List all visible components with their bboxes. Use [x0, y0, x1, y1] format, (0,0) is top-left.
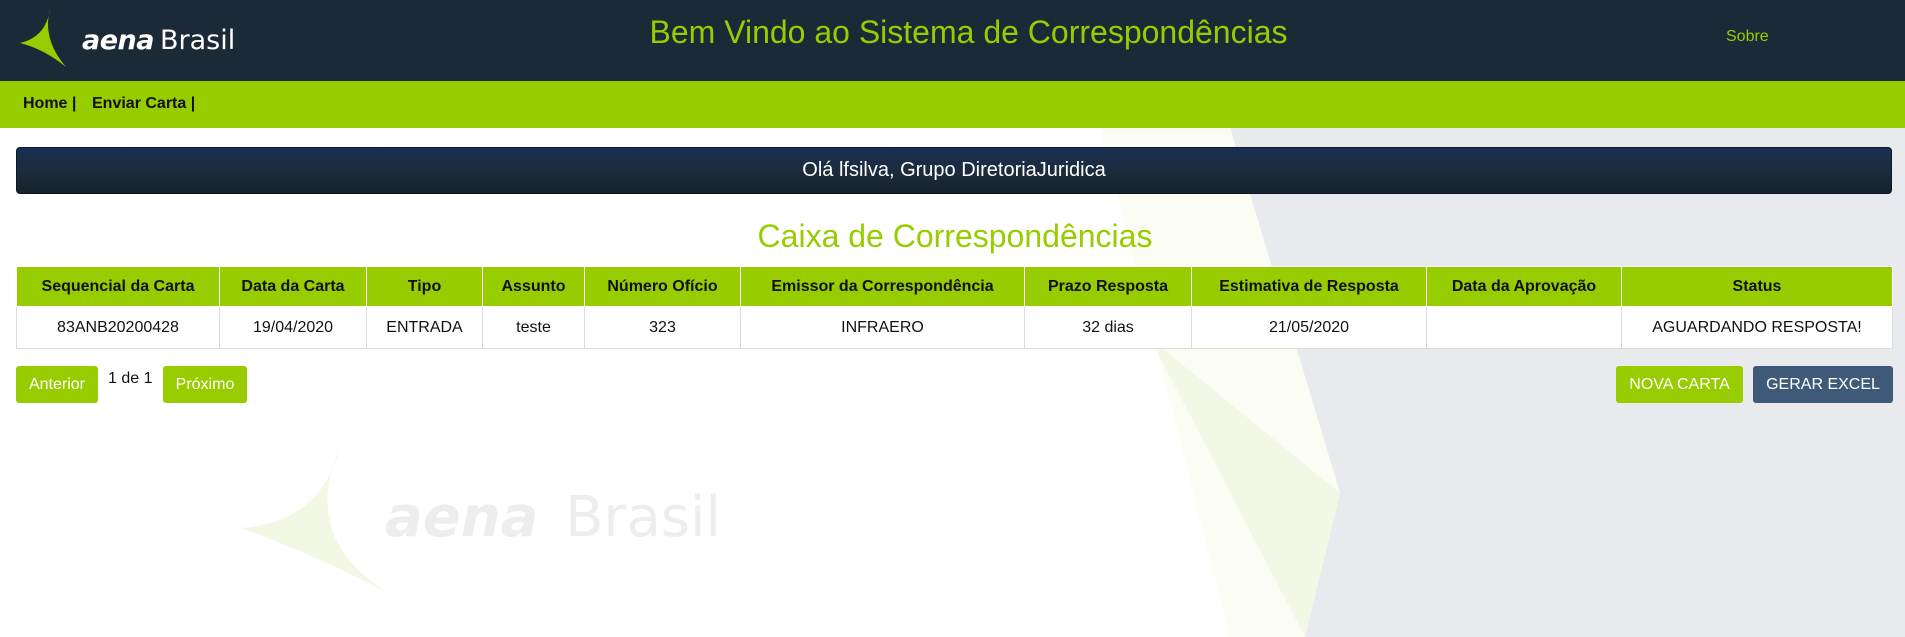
watermark-logo — [240, 448, 388, 593]
mailbox-title: Caixa de Correspondências — [757, 218, 1153, 254]
watermark-logo-bold: aena — [385, 485, 538, 550]
cell-assunto: teste — [482, 306, 585, 349]
cell-numero-oficio: 323 — [584, 306, 741, 349]
nav-home-link[interactable]: Home | — [23, 95, 76, 113]
nav-send-letter-link[interactable]: Enviar Carta | — [92, 95, 195, 113]
cell-tipo: ENTRADA — [366, 306, 483, 349]
column-header-sequencial[interactable]: Sequencial da Carta — [16, 266, 220, 307]
page-title: Bem Vindo ao Sistema de Correspondências — [649, 14, 1288, 50]
cell-sequencial: 83ANB20200428 — [16, 306, 220, 349]
cell-data-aprovacao — [1426, 306, 1622, 349]
column-header-assunto[interactable]: Assunto — [482, 266, 585, 307]
table-row[interactable]: 83ANB20200428 19/04/2020 ENTRADA teste 3… — [16, 306, 1893, 349]
cell-data-carta: 19/04/2020 — [219, 306, 367, 349]
cell-status: AGUARDANDO RESPOSTA! — [1621, 306, 1893, 349]
column-header-tipo[interactable]: Tipo — [366, 266, 483, 307]
next-page-button[interactable]: Próximo — [163, 366, 247, 403]
column-header-emissor[interactable]: Emissor da Correspondência — [740, 266, 1025, 307]
cell-estimativa: 21/05/2020 — [1191, 306, 1427, 349]
generate-excel-button[interactable]: GERAR EXCEL — [1753, 366, 1893, 403]
previous-page-button[interactable]: Anterior — [16, 366, 98, 403]
page-indicator: 1 de 1 — [108, 370, 153, 387]
cell-prazo: 32 dias — [1024, 306, 1192, 349]
top-header: aena Brasil Bem Vindo ao Sistema de Corre… — [0, 0, 1905, 81]
new-letter-button[interactable]: NOVA CARTA — [1616, 366, 1743, 403]
column-header-estimativa[interactable]: Estimativa de Resposta — [1191, 266, 1427, 307]
column-header-prazo[interactable]: Prazo Resposta — [1024, 266, 1192, 307]
welcome-banner: Olá lfsilva, Grupo DiretoriaJuridica — [16, 147, 1892, 194]
table-header-row: Sequencial da Carta Data da Carta Tipo A… — [16, 266, 1893, 307]
watermark-logo-light: Brasil — [565, 485, 721, 550]
column-header-numero-oficio[interactable]: Número Ofício — [584, 266, 741, 307]
mailbox-table: Sequencial da Carta Data da Carta Tipo A… — [16, 266, 1893, 349]
cell-emissor: INFRAERO — [740, 306, 1025, 349]
column-header-data-aprovacao[interactable]: Data da Aprovação — [1426, 266, 1622, 307]
main-nav: Home | Enviar Carta | — [0, 81, 1905, 128]
column-header-status[interactable]: Status — [1621, 266, 1893, 307]
about-link[interactable]: Sobre — [1726, 28, 1769, 46]
column-header-data-carta[interactable]: Data da Carta — [219, 266, 367, 307]
